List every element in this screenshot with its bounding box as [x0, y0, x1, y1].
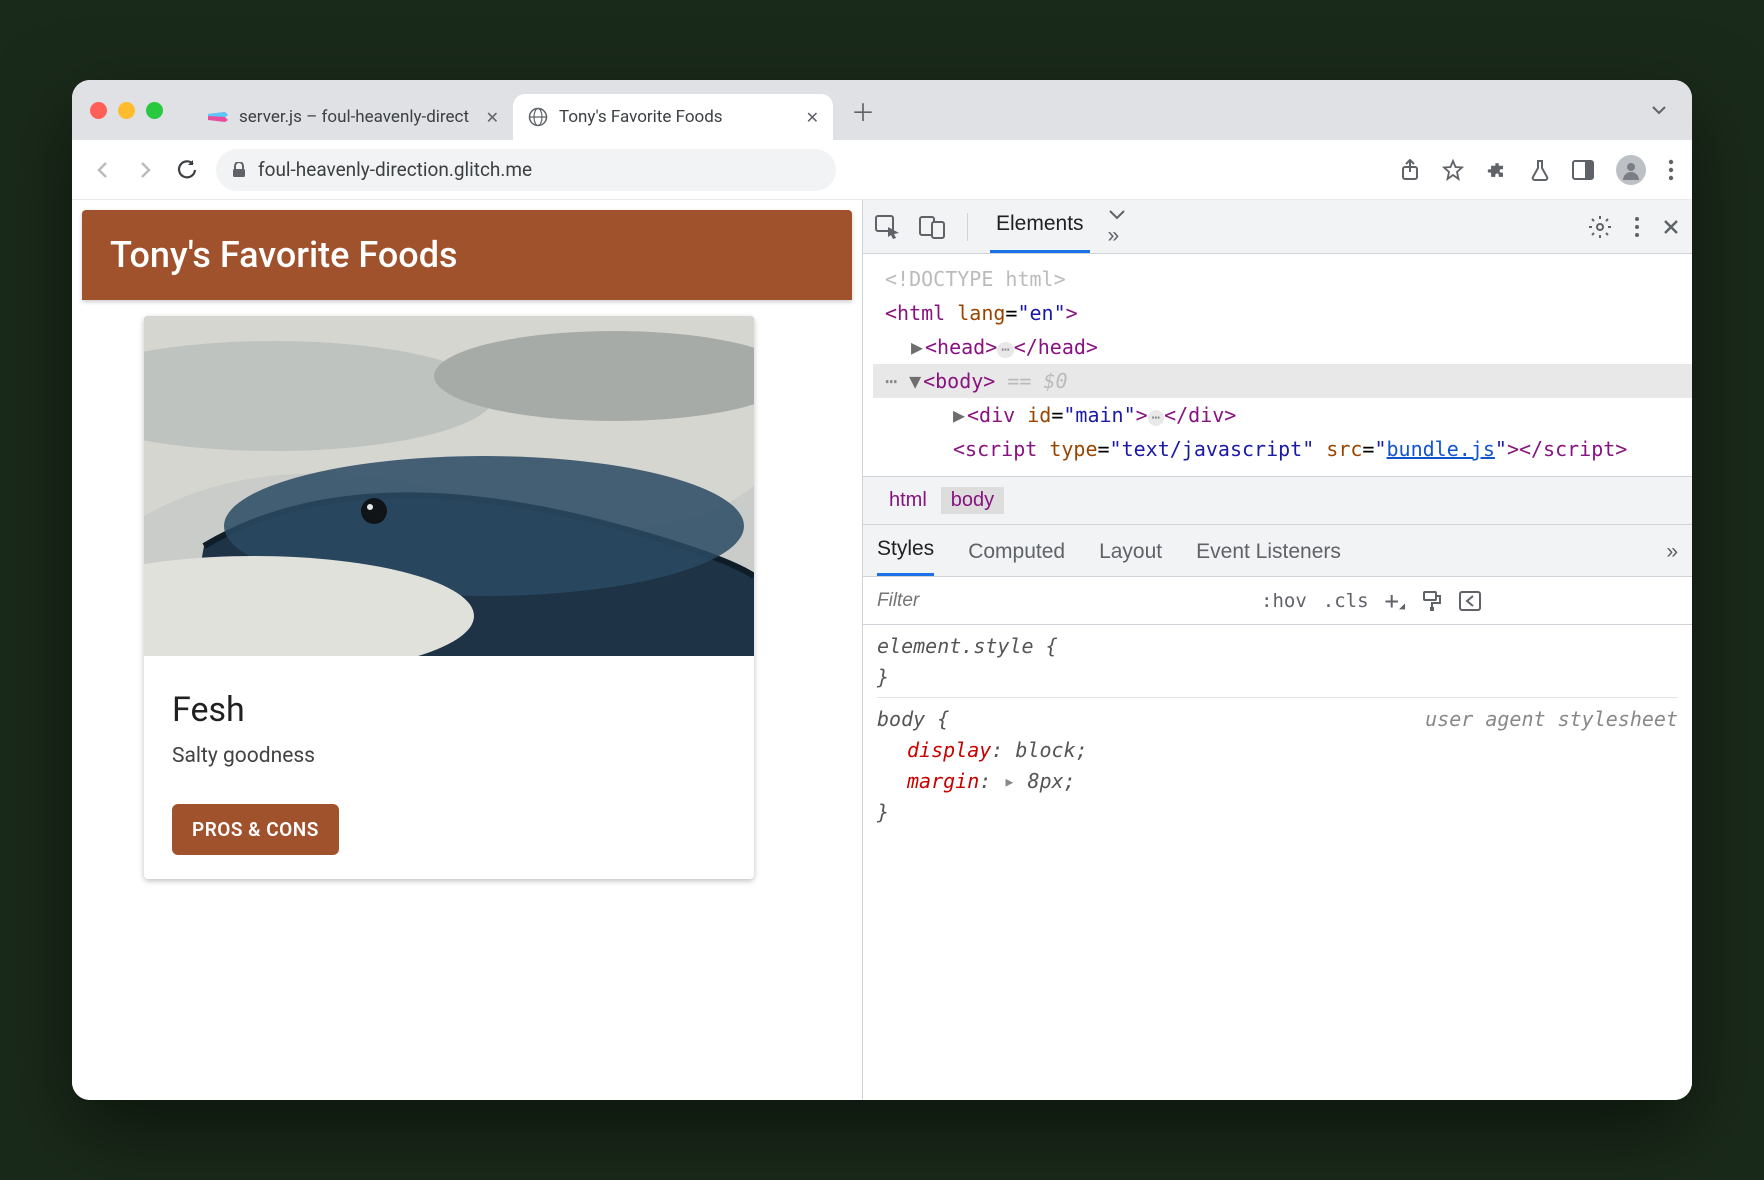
tab-event-listeners[interactable]: Event Listeners [1196, 540, 1341, 576]
tabs-dropdown-icon[interactable] [1650, 101, 1668, 119]
tab-elements[interactable]: Elements [990, 212, 1090, 253]
forward-button[interactable] [132, 159, 158, 181]
window-zoom-dot[interactable] [146, 102, 163, 119]
dom-head[interactable]: ▶<head>⋯</head> [873, 330, 1692, 364]
tab-tonys[interactable]: Tony's Favorite Foods ✕ [513, 94, 833, 140]
tab-close-icon[interactable]: ✕ [806, 108, 819, 127]
window-close-dot[interactable] [90, 102, 107, 119]
dom-body-selected[interactable]: ⋯ ▼<body> == $0 [873, 364, 1692, 398]
computed-toggle-icon[interactable] [1459, 591, 1481, 611]
breadcrumb-body[interactable]: body [941, 487, 1004, 514]
globe-icon [527, 106, 549, 128]
traffic-lights [90, 102, 163, 119]
toolbar-right [1400, 155, 1674, 185]
tab-layout[interactable]: Layout [1099, 540, 1162, 576]
card-title: Fesh [172, 690, 726, 730]
toolbar: foul-heavenly-direction.glitch.me [72, 140, 1692, 200]
devtools-kebab-icon[interactable] [1634, 216, 1640, 238]
bookmark-star-icon[interactable] [1442, 159, 1464, 181]
styles-filter-input[interactable] [875, 585, 1245, 617]
reload-button[interactable] [174, 159, 200, 181]
dom-doctype[interactable]: <!DOCTYPE html> [873, 262, 1692, 296]
sidepanel-icon[interactable] [1572, 160, 1594, 180]
settings-gear-icon[interactable] [1588, 215, 1612, 239]
styles-tabbar: Styles Computed Layout Event Listeners » [863, 525, 1692, 577]
pros-cons-button[interactable]: PROS & CONS [172, 804, 339, 855]
url-text: foul-heavenly-direction.glitch.me [258, 158, 532, 181]
card-image [144, 316, 754, 656]
prop-margin[interactable]: margin [877, 769, 979, 793]
styles-more-icon[interactable]: » [1666, 540, 1678, 576]
prop-display[interactable]: display [877, 738, 991, 762]
dom-div[interactable]: ▶<div id="main">⋯</div> [873, 398, 1692, 432]
tab-computed[interactable]: Computed [968, 540, 1065, 576]
profile-avatar[interactable] [1616, 155, 1646, 185]
labs-icon[interactable] [1530, 159, 1550, 181]
tab-strip: server.js – foul-heavenly-direct ✕ Tony'… [72, 80, 1692, 140]
tab-glitch[interactable]: server.js – foul-heavenly-direct ✕ [193, 94, 513, 140]
tab-title: server.js – foul-heavenly-direct [239, 107, 476, 127]
more-tabs-icon[interactable]: » [1108, 206, 1126, 248]
styles-toolbar: :hov .cls +◢ [863, 577, 1692, 625]
kebab-menu-icon[interactable] [1668, 159, 1674, 181]
content-area: Tony's Favorite Foods [72, 200, 1692, 1100]
lock-icon [232, 162, 246, 178]
styles-rules[interactable]: element.style { } user agent stylesheet … [863, 625, 1692, 1100]
tab-title: Tony's Favorite Foods [559, 107, 796, 127]
browser-window: server.js – foul-heavenly-direct ✕ Tony'… [72, 80, 1692, 1100]
page-title: Tony's Favorite Foods [82, 210, 852, 300]
rendered-page: Tony's Favorite Foods [72, 200, 862, 1100]
tab-styles[interactable]: Styles [877, 537, 934, 576]
devtools-tabbar: Elements » [863, 200, 1692, 254]
tab-close-icon[interactable]: ✕ [486, 108, 499, 127]
extensions-icon[interactable] [1486, 159, 1508, 181]
device-toggle-icon[interactable] [919, 215, 945, 239]
dom-tree[interactable]: <!DOCTYPE html> <html lang="en"> ▶<head>… [863, 254, 1692, 476]
dom-breadcrumb: html body [863, 476, 1692, 525]
devtools-close-icon[interactable] [1662, 218, 1680, 236]
back-button[interactable] [90, 159, 116, 181]
new-style-rule-icon[interactable]: +◢ [1385, 587, 1405, 615]
glitch-icon [207, 106, 229, 128]
dom-script[interactable]: <script type="text/javascript" src="bund… [873, 432, 1692, 466]
breadcrumb-html[interactable]: html [879, 487, 937, 514]
window-minimize-dot[interactable] [118, 102, 135, 119]
card-subtitle: Salty goodness [172, 744, 726, 768]
address-bar[interactable]: foul-heavenly-direction.glitch.me [216, 149, 836, 191]
share-icon[interactable] [1400, 159, 1420, 181]
rule-source: user agent stylesheet [1425, 704, 1678, 735]
dom-html[interactable]: <html lang="en"> [873, 296, 1692, 330]
new-tab-button[interactable]: ＋ [851, 93, 875, 128]
element-style-selector[interactable]: element.style { [877, 631, 1678, 662]
hov-toggle[interactable]: :hov [1261, 590, 1307, 612]
food-card: Fesh Salty goodness PROS & CONS [144, 316, 754, 879]
paint-icon[interactable] [1421, 590, 1443, 612]
cls-toggle[interactable]: .cls [1323, 590, 1369, 612]
devtools-panel: Elements » <!DOCTYPE html> <html lang="e… [862, 200, 1692, 1100]
inspect-icon[interactable] [875, 215, 901, 239]
